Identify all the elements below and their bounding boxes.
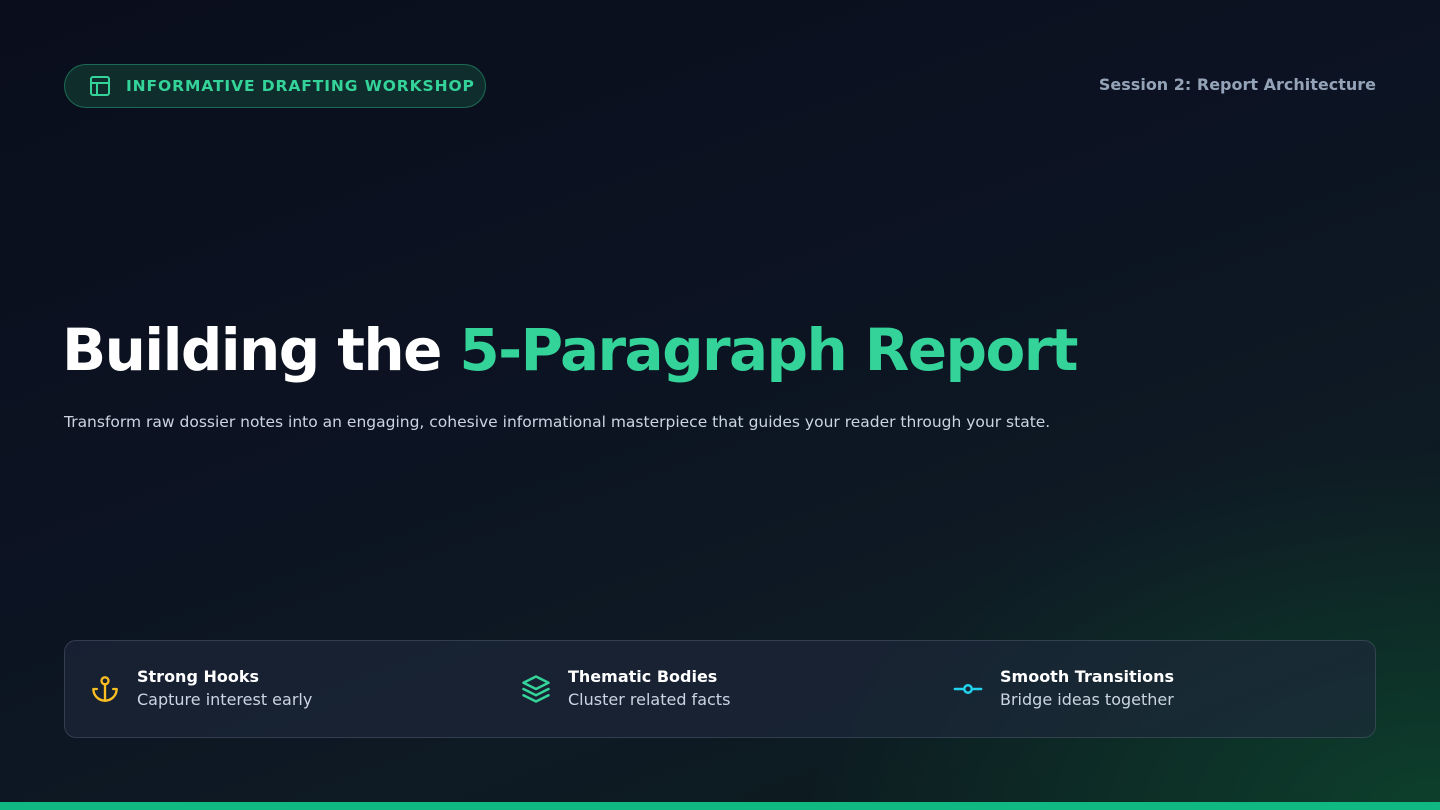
layout-icon [87, 73, 113, 99]
badge-label: INFORMATIVE DRAFTING WORKSHOP [126, 77, 475, 95]
accent-bar [0, 802, 1440, 810]
page-title: Building the 5-Paragraph Report [62, 312, 1078, 388]
feature-smooth-transitions: Smooth Transitions Bridge ideas together [952, 641, 1174, 737]
features-card: Strong Hooks Capture interest early Them… [64, 640, 1376, 738]
feature-thematic-bodies: Thematic Bodies Cluster related facts [520, 641, 730, 737]
feature-description: Capture interest early [137, 690, 313, 709]
session-label: Session 2: Report Architecture [1098, 75, 1376, 94]
layers-icon [520, 673, 552, 705]
feature-description: Bridge ideas together [1000, 690, 1174, 709]
feature-description: Cluster related facts [568, 690, 731, 709]
feature-strong-hooks: Strong Hooks Capture interest early [89, 641, 312, 737]
page-subtitle: Transform raw dossier notes into an enga… [64, 413, 1051, 431]
feature-title: Strong Hooks [137, 667, 260, 686]
workshop-badge: INFORMATIVE DRAFTING WORKSHOP [64, 64, 486, 108]
title-prefix: Building the [62, 316, 460, 384]
anchor-icon [89, 673, 121, 705]
title-accent: 5-Paragraph Report [459, 316, 1078, 384]
feature-title: Thematic Bodies [568, 667, 718, 686]
git-commit-icon [952, 673, 984, 705]
feature-title: Smooth Transitions [1000, 667, 1175, 686]
